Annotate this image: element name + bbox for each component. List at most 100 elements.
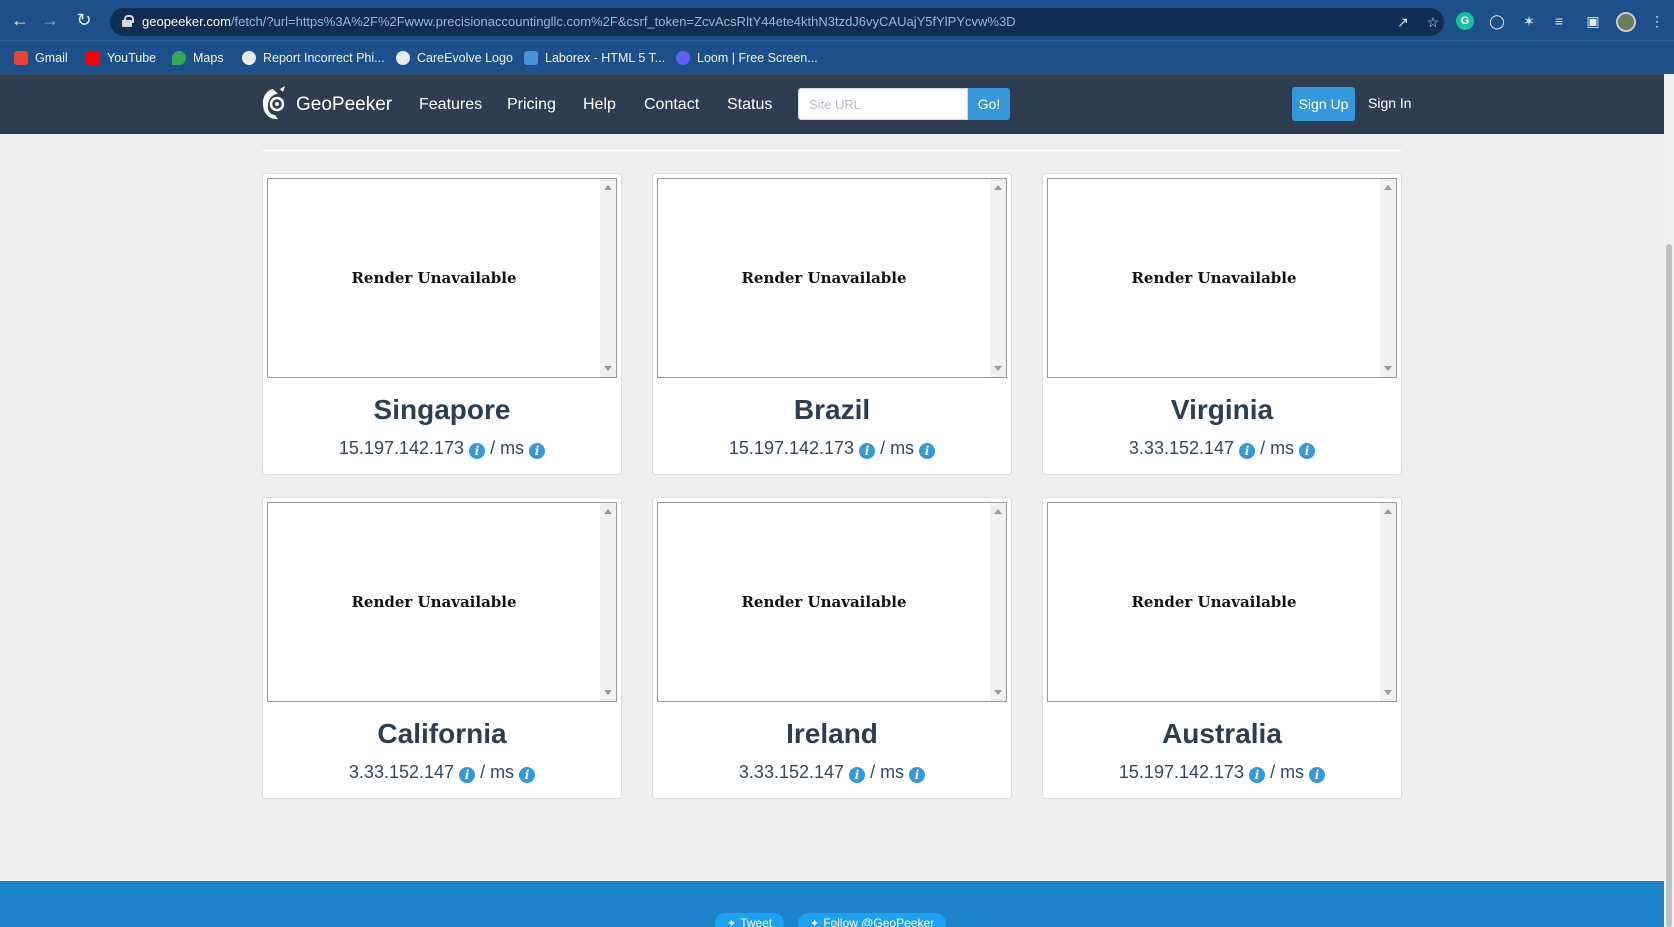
info-icon[interactable]: i (1299, 443, 1316, 459)
ms-value: / ms (1260, 438, 1295, 458)
media-queue-icon[interactable]: ≡ (1550, 12, 1568, 30)
render-frame[interactable]: Render Unavailable (657, 502, 1007, 702)
bookmark-careevolve[interactable]: CareEvolve Logo (396, 49, 513, 67)
render-unavailable-text: Render Unavailable (741, 269, 907, 287)
render-frame[interactable]: Render Unavailable (267, 502, 617, 702)
info-icon[interactable]: i (459, 767, 476, 783)
render-frame[interactable]: Render Unavailable (267, 178, 617, 378)
page-footer: ✦ Tweet ✦ Follow @GeoPeeker (0, 881, 1664, 927)
bookmark-gmail[interactable]: Gmail (14, 49, 68, 67)
youtube-icon (86, 51, 100, 65)
render-frame[interactable]: Render Unavailable (1047, 502, 1397, 702)
bookmark-youtube[interactable]: YouTube (86, 49, 156, 67)
page-scrollbar-thumb[interactable] (1666, 244, 1672, 927)
render-unavailable-text: Render Unavailable (1131, 593, 1297, 611)
info-icon[interactable]: i (519, 767, 536, 783)
frame-scrollbar[interactable] (990, 179, 1006, 377)
bookmark-maps[interactable]: Maps (172, 49, 224, 67)
info-icon[interactable]: i (1239, 443, 1256, 459)
go-button[interactable]: Go! (968, 88, 1010, 120)
location-card-california: Render Unavailable California 3.33.152.1… (262, 497, 622, 799)
tweet-label: Tweet (740, 916, 773, 927)
scroll-up-icon[interactable] (1384, 185, 1392, 190)
info-icon[interactable]: i (1249, 767, 1266, 783)
render-frame[interactable]: Render Unavailable (1047, 178, 1397, 378)
render-unavailable-text: Render Unavailable (351, 593, 517, 611)
twitter-bird-icon: ✦ (727, 918, 737, 927)
location-name: Brazil (793, 394, 871, 425)
grammarly-extension-icon[interactable]: G (1456, 12, 1474, 30)
ip-address: 15.197.142.173 (728, 438, 855, 458)
follow-label: Follow @GeoPeeker (823, 916, 935, 927)
ms-value: / ms (880, 438, 915, 458)
info-icon[interactable]: i (859, 443, 876, 459)
star-icon[interactable]: ☆ (1424, 14, 1442, 30)
info-icon[interactable]: i (909, 767, 926, 783)
puzzle-extensions-icon[interactable]: ✶ (1520, 12, 1538, 30)
sign-up-button[interactable]: Sign Up (1292, 87, 1355, 121)
scroll-up-icon[interactable] (994, 509, 1002, 514)
geopeeker-logo-icon[interactable] (258, 85, 288, 123)
ip-address: 15.197.142.173 (338, 438, 465, 458)
ip-address: 3.33.152.147 (348, 762, 455, 782)
info-icon[interactable]: i (1309, 767, 1326, 783)
scroll-down-icon[interactable] (994, 690, 1002, 695)
location-card-brazil: Render Unavailable Brazil 15.197.142.173… (652, 173, 1012, 475)
info-icon[interactable]: i (469, 443, 486, 459)
info-icon[interactable]: i (849, 767, 866, 783)
ms-value: / ms (870, 762, 905, 782)
reload-icon[interactable]: ↻ (74, 10, 94, 30)
location-name: Australia (1162, 718, 1282, 749)
scroll-down-icon[interactable] (604, 690, 612, 695)
location-card-singapore: Render Unavailable Singapore 15.197.142.… (262, 173, 622, 475)
ip-address: 15.197.142.173 (1118, 762, 1245, 782)
profile-avatar[interactable] (1616, 12, 1636, 32)
frame-scrollbar[interactable] (600, 179, 616, 377)
ip-line: 15.197.142.173 i / ms i (263, 438, 621, 459)
ms-value: / ms (480, 762, 515, 782)
ip-line: 15.197.142.173 i / ms i (1043, 762, 1401, 783)
bookmark-report[interactable]: Report Incorrect Phi... (242, 49, 385, 67)
follow-button[interactable]: ✦ Follow @GeoPeeker (798, 913, 947, 927)
ip-line: 15.197.142.173 i / ms i (653, 438, 1011, 459)
render-unavailable-text: Render Unavailable (1131, 269, 1297, 287)
bookmark-laborex[interactable]: Laborex - HTML 5 T... (524, 49, 665, 67)
shield-extension-icon[interactable]: ◯ (1488, 12, 1506, 30)
tweet-button[interactable]: ✦ Tweet (715, 913, 785, 927)
location-name: Virginia (1170, 394, 1274, 425)
nav-link-pricing[interactable]: Pricing (507, 96, 556, 114)
address-bar[interactable]: geopeeker.com/fetch/?url=https%3A%2F%2Fw… (110, 8, 1444, 36)
back-arrow-icon[interactable]: ← (10, 10, 30, 30)
scroll-up-icon[interactable] (604, 509, 612, 514)
maps-icon (172, 51, 186, 65)
forward-arrow-icon[interactable]: → (40, 10, 60, 30)
scroll-up-icon[interactable] (1384, 509, 1392, 514)
scroll-up-icon[interactable] (994, 185, 1002, 190)
info-icon[interactable]: i (529, 443, 546, 459)
scroll-down-icon[interactable] (1384, 366, 1392, 371)
share-icon[interactable]: ↗ (1394, 14, 1412, 30)
nav-link-contact[interactable]: Contact (644, 96, 699, 114)
scroll-down-icon[interactable] (994, 366, 1002, 371)
site-url-input[interactable] (798, 88, 968, 120)
nav-link-help[interactable]: Help (583, 96, 616, 114)
scroll-up-icon[interactable] (604, 185, 612, 190)
scroll-down-icon[interactable] (604, 366, 612, 371)
scroll-down-icon[interactable] (1384, 690, 1392, 695)
info-icon[interactable]: i (919, 443, 936, 459)
nav-link-status[interactable]: Status (727, 96, 772, 114)
page-scrollbar[interactable] (1664, 74, 1674, 927)
frame-scrollbar[interactable] (600, 503, 616, 701)
ms-value: / ms (490, 438, 525, 458)
ip-line: 3.33.152.147 i / ms i (653, 762, 1011, 783)
side-panel-icon[interactable]: ▣ (1584, 12, 1602, 30)
frame-scrollbar[interactable] (1380, 179, 1396, 377)
brand-name[interactable]: GeoPeeker (296, 94, 392, 116)
more-menu-icon[interactable]: ⋮ (1648, 12, 1666, 30)
bookmark-loom[interactable]: Loom | Free Screen... (676, 49, 818, 67)
frame-scrollbar[interactable] (990, 503, 1006, 701)
sign-in-link[interactable]: Sign In (1368, 95, 1412, 111)
render-frame[interactable]: Render Unavailable (657, 178, 1007, 378)
frame-scrollbar[interactable] (1380, 503, 1396, 701)
nav-link-features[interactable]: Features (419, 96, 482, 114)
